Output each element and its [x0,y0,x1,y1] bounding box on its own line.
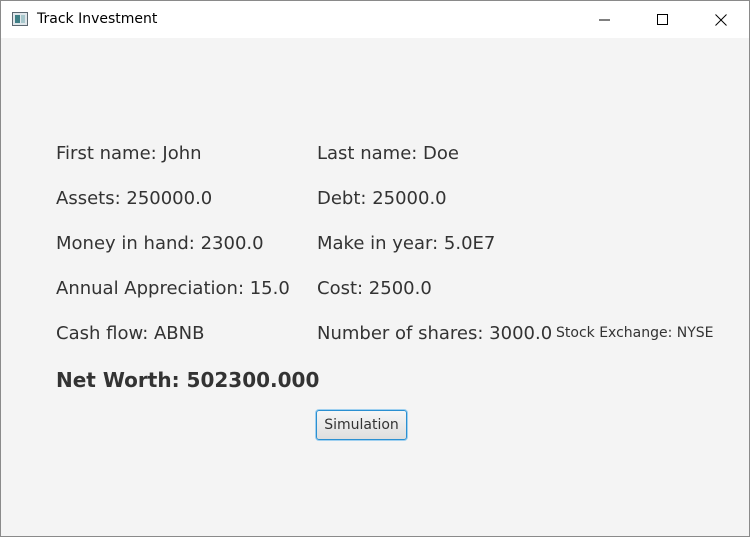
cost-label: Cost: 2500.0 [317,278,432,299]
minimize-icon [599,19,610,21]
assets-label: Assets: 250000.0 [56,188,213,209]
close-icon [715,14,727,26]
maximize-button[interactable] [634,1,692,38]
first-name-label: First name: John [56,143,202,164]
debt-label: Debt: 25000.0 [317,188,447,209]
money-in-hand-label: Money in hand: 2300.0 [56,233,264,254]
simulation-button[interactable]: Simulation [316,410,407,440]
stock-exchange-label: Stock Exchange: NYSE [556,325,714,341]
window-title: Track Investment [37,11,158,27]
annual-appreciation-label: Annual Appreciation: 15.0 [56,278,290,299]
maximize-icon [657,14,668,25]
cash-flow-label: Cash flow: ABNB [56,323,205,344]
net-worth-label: Net Worth: 502300.000 [56,368,320,392]
app-icon [12,12,28,26]
last-name-label: Last name: Doe [317,143,459,164]
number-of-shares-label: Number of shares: 3000.0 [317,323,553,344]
make-in-year-label: Make in year: 5.0E7 [317,233,496,254]
main-content: First name: John Last name: Doe Assets: … [1,38,749,536]
close-button[interactable] [692,1,750,38]
app-window: Track Investment First name: John Last n… [0,0,750,537]
minimize-button[interactable] [576,1,634,38]
title-bar[interactable]: Track Investment [1,1,749,38]
